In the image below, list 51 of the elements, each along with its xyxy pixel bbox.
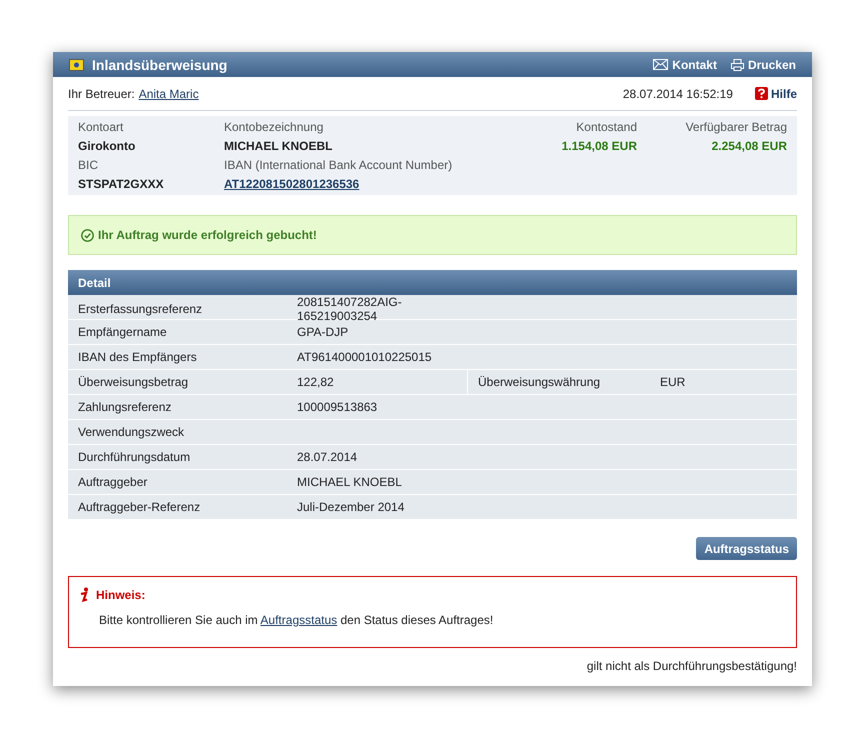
field-value: MICHAEL KNOEBL bbox=[296, 474, 403, 491]
field-label: Überweisungswährung bbox=[467, 370, 650, 394]
printer-icon bbox=[730, 58, 744, 70]
help-link[interactable]: Hilfe bbox=[754, 86, 797, 100]
print-link[interactable]: Drucken bbox=[730, 58, 796, 72]
hint-text: Bitte kontrollieren Sie auch im Auftragsstatus den Status dieses Auftrages! bbox=[99, 613, 494, 627]
date-time: 28.07.2014 16:52:19 bbox=[622, 86, 733, 100]
field-label: Kontobezeichnung bbox=[224, 119, 324, 135]
field-value: STSPAT2GXXX bbox=[78, 176, 165, 192]
field-label: Kontostand bbox=[575, 119, 637, 135]
check-icon bbox=[81, 228, 94, 242]
balance-amount: 1.154,08 EUR bbox=[560, 138, 637, 154]
info-icon bbox=[79, 587, 90, 603]
field-value: 208151407282AIG-165219003254 bbox=[296, 295, 403, 323]
field-label: Durchführungsdatum bbox=[77, 449, 192, 466]
field-label: Auftraggeber-Referenz bbox=[77, 499, 202, 516]
folder-icon bbox=[69, 58, 84, 70]
field-value: GPA-DJP bbox=[296, 324, 350, 341]
field-value: MICHAEL KNOEBL bbox=[224, 138, 334, 154]
footer-note: gilt nicht als Durchführungsbestätigung! bbox=[586, 659, 797, 673]
status-button[interactable]: Auftragsstatus bbox=[696, 537, 797, 560]
field-value: Juli-Dezember 2014 bbox=[296, 499, 406, 516]
iban-link[interactable]: AT122081502801236536 bbox=[224, 177, 360, 191]
section-title: Detail bbox=[78, 276, 111, 290]
field-value: 122,82 bbox=[296, 374, 335, 391]
field-label: Zahlungsreferenz bbox=[77, 399, 172, 416]
field-label: Ersterfassungsreferenz bbox=[77, 301, 204, 318]
status-link[interactable]: Auftragsstatus bbox=[260, 613, 338, 627]
field-value: EUR bbox=[659, 374, 686, 391]
hint-title: Hinweis: bbox=[96, 588, 146, 602]
field-label: Kontoart bbox=[78, 119, 124, 135]
field-value: 100009513863 bbox=[296, 399, 378, 416]
field-value: Girokonto bbox=[78, 138, 136, 154]
field-label: IBAN (International Bank Account Number) bbox=[224, 157, 454, 173]
window-title: Inlandsüberweisung bbox=[92, 56, 228, 72]
field-value: 28.07.2014 bbox=[296, 449, 358, 466]
field-label: Überweisungsbetrag bbox=[77, 374, 190, 391]
advisor-label: Ihr Betreuer: bbox=[68, 86, 135, 100]
contact-link[interactable]: Kontakt bbox=[653, 58, 717, 72]
field-label: Empfängername bbox=[77, 324, 168, 341]
help-icon bbox=[754, 87, 768, 100]
mail-icon bbox=[653, 59, 668, 70]
field-label: Verwendungszweck bbox=[77, 424, 186, 441]
field-label: Auftraggeber bbox=[77, 474, 148, 491]
field-label: IBAN des Empfängers bbox=[77, 349, 198, 366]
available-amount: 2.254,08 EUR bbox=[710, 138, 787, 154]
field-value: AT961400001010225015 bbox=[296, 349, 433, 366]
field-label: BIC bbox=[78, 157, 100, 173]
field-label: Verfügbarer Betrag bbox=[684, 119, 787, 135]
success-message: Ihr Auftrag wurde erfolgreich gebucht! bbox=[98, 228, 317, 242]
advisor-link[interactable]: Anita Maric bbox=[138, 86, 199, 100]
